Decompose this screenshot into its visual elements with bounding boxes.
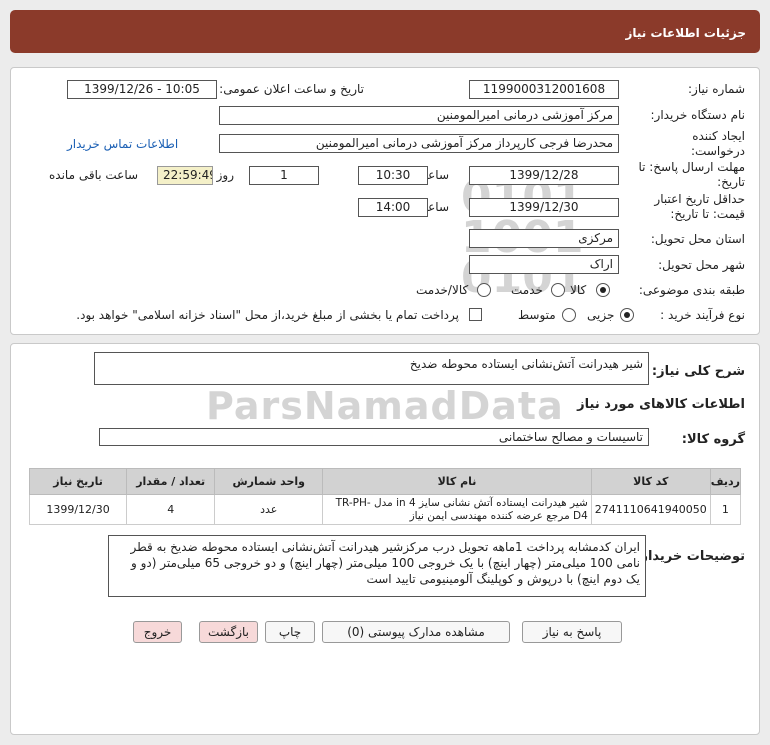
col-qty-header: تعداد / مقدار	[126, 468, 216, 495]
province-label: استان محل تحویل:	[650, 232, 745, 246]
col-name-header: نام کالا	[322, 468, 592, 495]
row-name: شیر هیدرانت ایستاده آتش نشانی سایز 4 in …	[322, 494, 592, 525]
table-row: 1 2741110641940050 شیر هیدرانت ایستاده آ…	[28, 494, 742, 525]
attachments-button[interactable]: مشاهده مدارک پیوستی (0)	[322, 621, 510, 643]
summary-label: شرح کلی نیاز:	[651, 364, 745, 379]
announce-label: تاریخ و ساعت اعلان عمومی:	[219, 82, 364, 96]
category-radio-goods[interactable]	[596, 283, 610, 297]
category-radio-service[interactable]	[551, 283, 565, 297]
row-code: 2741110641940050	[590, 494, 711, 525]
need-info-panel: 010110010101 شماره نیاز: 119900031200160…	[10, 67, 760, 335]
treasury-note: پرداخت تمام یا بخشی از مبلغ خرید،از محل …	[76, 308, 459, 322]
goods-table-header: ردیف کد کالا نام کالا واحد شمارش تعداد /…	[28, 468, 742, 495]
buyer-field: مرکز آموزشی درمانی امیرالمومنین	[219, 106, 619, 125]
category-option-goods: کالا	[570, 283, 587, 297]
remaining-label: ساعت باقی مانده	[49, 168, 139, 182]
watermark-brand: ParsNamadData	[206, 384, 564, 428]
deadline-label: مهلت ارسال پاسخ: تا تاریخ:	[638, 160, 745, 189]
need-details-panel: ParsNamadData شرح کلی نیاز: شیر هیدرانت …	[10, 343, 760, 735]
process-option-minor: جزیی	[587, 308, 615, 322]
row-unit: عدد	[214, 494, 324, 525]
summary-field: شیر هیدرانت آتش‌نشانی ایستاده محوطه ضدیخ	[94, 352, 649, 385]
contact-info-link[interactable]: اطلاعات تماس خریدار	[67, 137, 178, 151]
print-button[interactable]: چاپ	[265, 621, 315, 643]
row-qty: 4	[126, 494, 216, 525]
creator-field: محدرضا فرجی کارپرداز مرکز آموزشی درمانی …	[219, 134, 619, 153]
buyer-notes-field: ایران کدمشابه پرداخت 1ماهه تحویل درب مرک…	[108, 535, 646, 597]
process-radio-medium[interactable]	[562, 308, 576, 322]
col-row-header: ردیف	[709, 468, 742, 495]
process-radio-minor[interactable]	[620, 308, 634, 322]
remaining-time-field: 22:59:49	[157, 166, 213, 185]
col-code-header: کد کالا	[590, 468, 711, 495]
category-option-both: کالا/خدمت	[416, 283, 469, 297]
need-number-field: 1199000312001608	[469, 80, 619, 99]
province-field: مرکزی	[469, 229, 619, 248]
goods-info-title: اطلاعات کالاهای مورد نیاز	[577, 397, 745, 412]
validity-time-field: 14:00	[358, 198, 428, 217]
page-header: جزئیات اطلاعات نیاز	[10, 10, 760, 53]
reply-button[interactable]: پاسخ به نیاز	[522, 621, 622, 643]
creator-label: ایجاد کننده درخواست:	[691, 129, 745, 158]
exit-button[interactable]: خروج	[133, 621, 182, 643]
category-label: طبقه بندی موضوعی:	[638, 283, 745, 297]
group-field: تاسیسات و مصالح ساختمانی	[99, 428, 649, 446]
deadline-date-field: 1399/12/28	[469, 166, 619, 185]
buyer-label: نام دستگاه خریدار:	[650, 108, 746, 122]
city-label: شهر محل تحویل:	[658, 258, 745, 272]
process-option-medium: متوسط	[518, 308, 556, 322]
validity-date-field: 1399/12/30	[469, 198, 619, 217]
row-date: 1399/12/30	[28, 494, 128, 525]
city-field: اراک	[469, 255, 619, 274]
back-button[interactable]: بازگشت	[199, 621, 258, 643]
announce-field: 1399/12/26 - 10:05	[67, 80, 217, 99]
col-unit-header: واحد شمارش	[214, 468, 324, 495]
category-radio-both[interactable]	[477, 283, 491, 297]
treasury-checkbox[interactable]	[469, 308, 482, 321]
need-number-label: شماره نیاز:	[688, 82, 745, 96]
days-field: 1	[249, 166, 319, 185]
category-option-service: خدمت	[511, 283, 543, 297]
deadline-time-field: 10:30	[358, 166, 428, 185]
process-label: نوع فرآیند خرید :	[660, 308, 745, 322]
buyer-notes-label: توضیحات خریدار:	[635, 549, 745, 564]
page-title: جزئیات اطلاعات نیاز	[625, 26, 746, 40]
row-number: 1	[709, 494, 742, 525]
goods-table: ردیف کد کالا نام کالا واحد شمارش تعداد /…	[28, 468, 742, 525]
validity-label: حداقل تاریخ اعتبار قیمت: تا تاریخ:	[654, 192, 745, 221]
group-label: گروه کالا:	[681, 432, 745, 447]
col-date-header: تاریخ نیاز	[28, 468, 128, 495]
